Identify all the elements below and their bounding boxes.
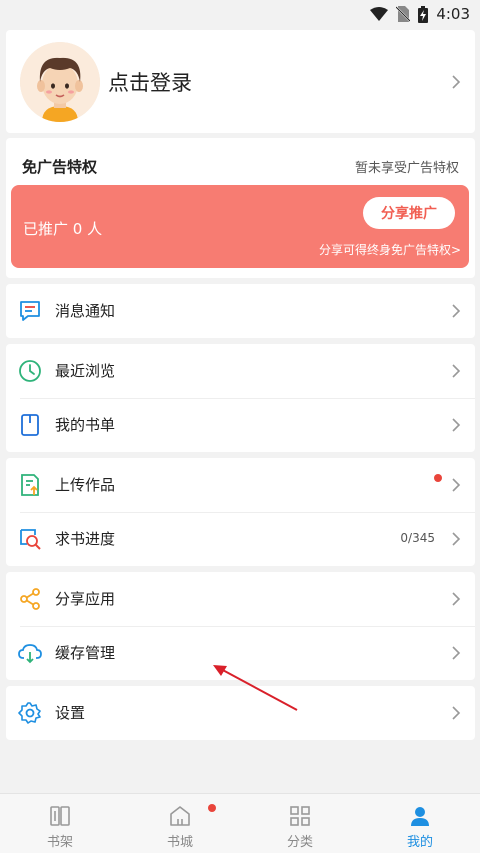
gear-icon <box>18 702 41 724</box>
avatar[interactable] <box>20 42 100 122</box>
notification-dot <box>434 474 442 482</box>
menu-item-request-progress[interactable]: 求书进度 0/345 <box>6 512 475 566</box>
menu-label-booklist: 我的书单 <box>55 416 116 434</box>
tab-label: 分类 <box>286 835 313 850</box>
tab-bookstore[interactable]: 书城 <box>120 794 240 853</box>
menu-item-booklist[interactable]: 我的书单 <box>6 398 475 452</box>
no-sim-icon <box>396 6 411 22</box>
menu-label-upload: 上传作品 <box>55 476 116 494</box>
share-hint-link[interactable]: 分享可得终身免广告特权> <box>319 241 461 258</box>
menu-group-messages: 消息通知 <box>6 284 475 338</box>
search-book-icon <box>20 529 41 550</box>
chevron-right-icon <box>452 532 461 546</box>
menu-group-reading: 最近浏览 我的书单 <box>6 344 475 452</box>
menu-label-cache: 缓存管理 <box>55 644 116 662</box>
chevron-right-icon <box>452 418 461 432</box>
chevron-right-icon <box>452 478 461 492</box>
ad-privilege-title: 免广告特权 <box>22 158 98 176</box>
wifi-icon <box>370 7 389 21</box>
menu-group-creation: 上传作品 求书进度 0/345 <box>6 458 475 566</box>
tab-label: 书城 <box>166 835 193 850</box>
menu-item-upload[interactable]: 上传作品 <box>6 458 475 512</box>
promoted-count: 已推广 0 人 <box>23 220 103 238</box>
promotion-panel: 已推广 0 人 分享推广 分享可得终身免广告特权> <box>11 185 469 268</box>
menu-label-share-app: 分享应用 <box>55 590 116 608</box>
menu-label-request-progress: 求书进度 <box>55 530 116 548</box>
ad-privilege-card: 免广告特权 暂未享受广告特权 已推广 0 人 分享推广 分享可得终身免广告特权> <box>6 138 475 278</box>
chevron-right-icon <box>452 646 461 660</box>
category-grid-icon <box>290 806 310 826</box>
chevron-right-icon <box>452 364 461 378</box>
request-progress-value: 0/345 <box>400 531 435 545</box>
tab-mine[interactable]: 我的 <box>360 794 480 853</box>
menu-item-recent[interactable]: 最近浏览 <box>6 344 475 398</box>
profile-card[interactable]: 点击登录 <box>6 30 475 133</box>
chevron-right-icon <box>452 592 461 606</box>
bottom-tab-bar: 书架 书城 分类 我的 <box>0 793 480 853</box>
bookshelf-icon <box>50 806 70 826</box>
menu-label-settings: 设置 <box>55 704 86 722</box>
user-icon <box>411 807 429 826</box>
tab-category[interactable]: 分类 <box>240 794 360 853</box>
notification-dot <box>208 804 216 812</box>
chevron-right-icon <box>452 706 461 720</box>
chevron-right-icon <box>452 75 461 89</box>
tab-label: 我的 <box>406 835 433 850</box>
tab-bookshelf[interactable]: 书架 <box>0 794 120 853</box>
share-promotion-button[interactable]: 分享推广 <box>363 197 455 229</box>
status-time: 4:03 <box>436 5 470 23</box>
book-icon <box>21 414 39 436</box>
menu-label-recent: 最近浏览 <box>55 362 116 380</box>
tab-label: 书架 <box>46 835 73 850</box>
upload-document-icon <box>21 474 39 496</box>
clock-icon <box>19 360 41 382</box>
share-icon <box>20 588 40 610</box>
home-icon <box>170 806 190 826</box>
menu-item-share-app[interactable]: 分享应用 <box>6 572 475 626</box>
message-icon <box>20 301 40 321</box>
menu-label-messages: 消息通知 <box>55 302 116 320</box>
chevron-right-icon <box>452 304 461 318</box>
annotation-arrow <box>213 665 298 711</box>
status-bar: 4:03 <box>0 0 480 28</box>
battery-charging-icon <box>418 5 429 23</box>
login-label[interactable]: 点击登录 <box>108 67 192 97</box>
cloud-download-icon <box>18 644 42 664</box>
ad-privilege-status: 暂未享受广告特权 <box>354 161 459 176</box>
menu-item-messages[interactable]: 消息通知 <box>6 284 475 338</box>
